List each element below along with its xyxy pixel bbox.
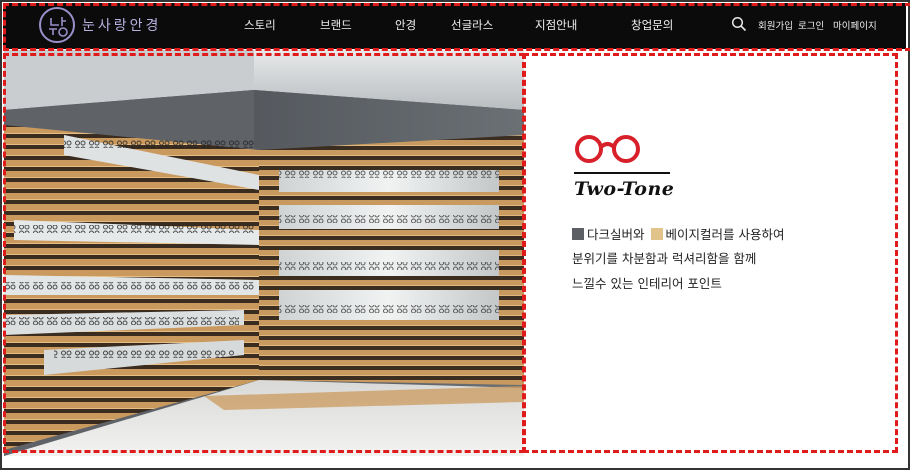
panel-highlight-box (523, 53, 898, 453)
photo-highlight-box (3, 53, 525, 453)
header-highlight-box (3, 3, 910, 51)
